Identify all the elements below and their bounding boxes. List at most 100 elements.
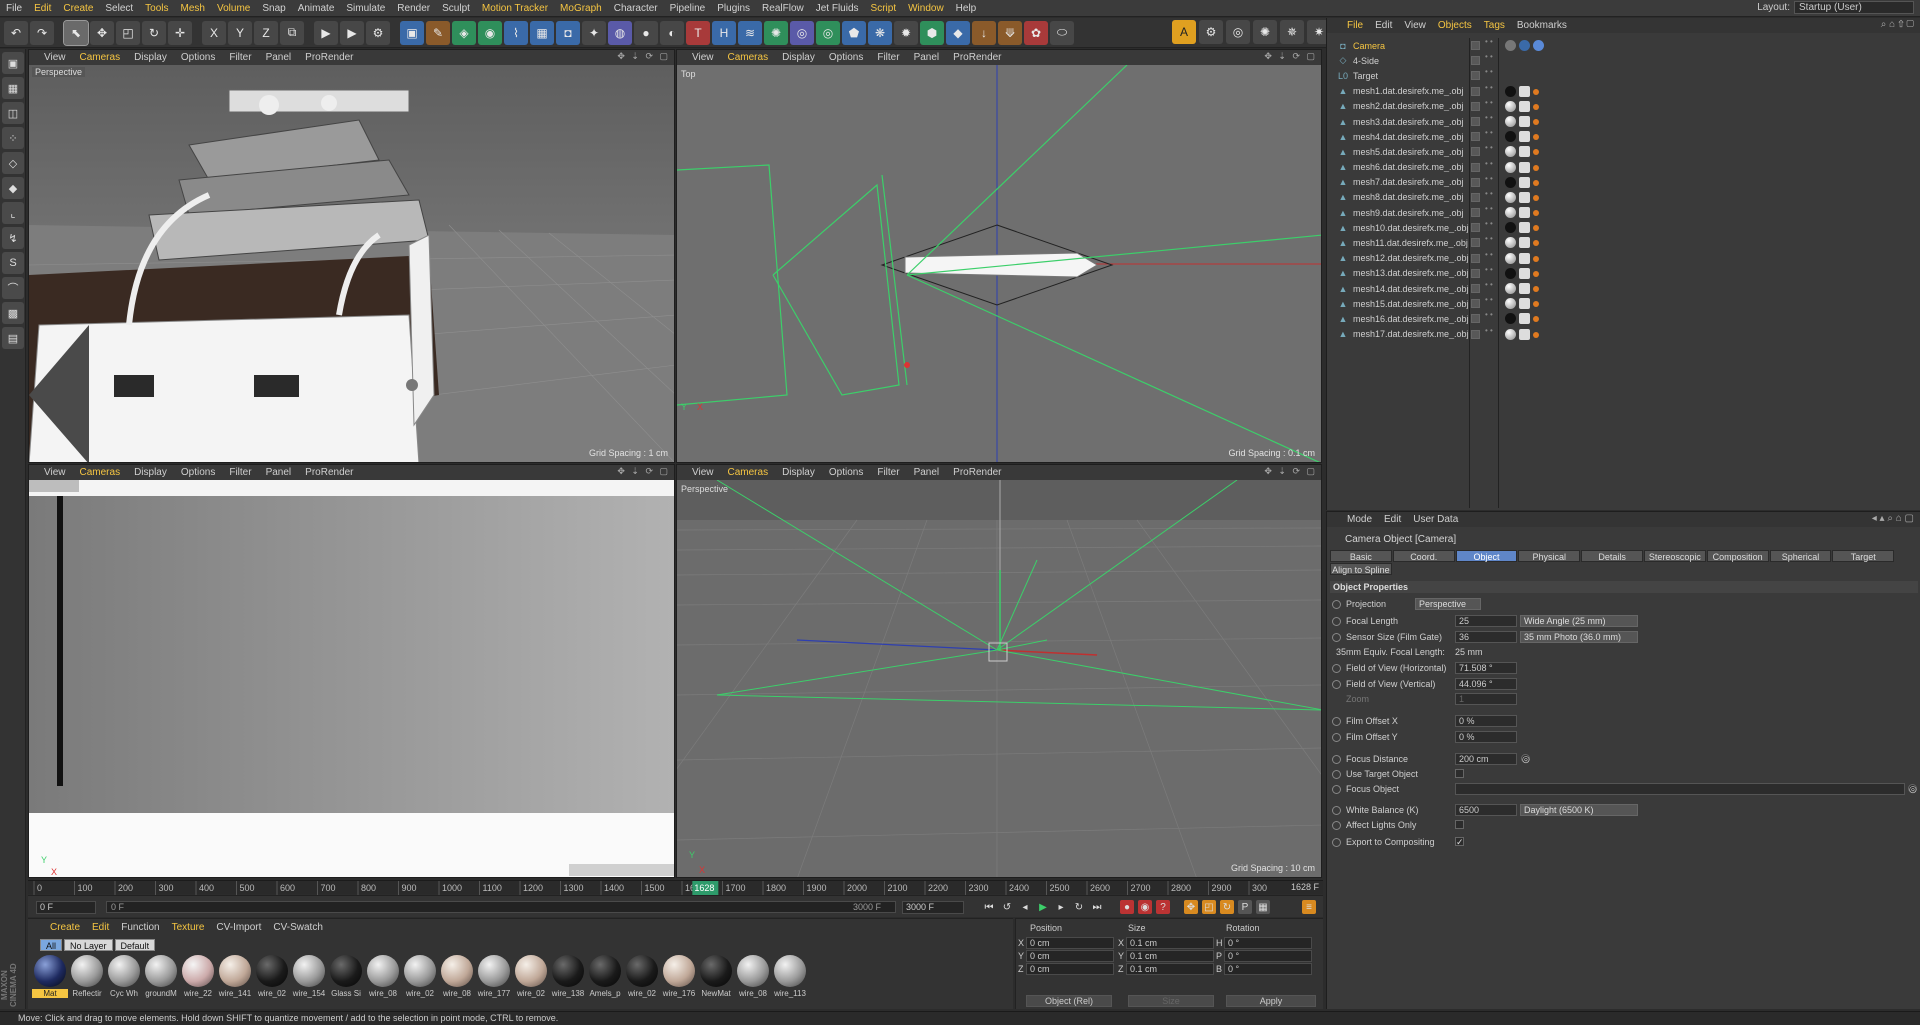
size-z-field[interactable]: 0.1 cm — [1126, 963, 1214, 975]
material-tag-icon[interactable] — [1505, 222, 1516, 234]
object-row[interactable]: ▲ mesh13.dat.desirefx.me_.obj • • — [1327, 265, 1920, 281]
visibility-toggle[interactable] — [1471, 132, 1480, 142]
animate-radio-icon[interactable] — [1332, 733, 1341, 742]
material-tag-icon[interactable] — [1505, 176, 1516, 188]
viewport-menu-view[interactable]: View — [37, 52, 73, 63]
editor-render-dots[interactable]: • • — [1485, 205, 1493, 213]
material-tag-icon[interactable] — [1505, 191, 1516, 203]
focus-distance-field[interactable]: 200 cm — [1455, 753, 1517, 765]
end-frame-field[interactable]: 3000 F — [902, 901, 964, 914]
film-offset-y-field[interactable]: 0 % — [1455, 731, 1517, 743]
animate-radio-icon[interactable] — [1332, 680, 1341, 689]
viewport-nav-icons[interactable]: ✥ ⇣ ⟳ ▢ — [617, 466, 670, 477]
position-z-field[interactable]: 0 cm — [1026, 963, 1114, 975]
position-x-field[interactable]: 0 cm — [1026, 937, 1114, 949]
object-row[interactable]: ▲ mesh17.dat.desirefx.me_.obj • • — [1327, 326, 1920, 342]
menu-motion-tracker[interactable]: Motion Tracker — [476, 3, 554, 14]
menu-script[interactable]: Script — [865, 3, 903, 14]
object-menu-bookmarks[interactable]: Bookmarks — [1511, 20, 1573, 31]
focus-object-link-field[interactable] — [1455, 783, 1905, 795]
tab-object[interactable]: Object — [1455, 550, 1518, 562]
editor-render-dots[interactable]: • • — [1485, 98, 1493, 106]
scale-tool-icon[interactable]: ◰ — [116, 20, 140, 45]
material-swatch[interactable]: wire_08 — [365, 955, 401, 1001]
material-tag-icon[interactable] — [1505, 85, 1516, 97]
viewport-perspective-bottom-right[interactable]: View Cameras Display Options Filter Panel ProR… — [676, 464, 1322, 878]
object-menu-file[interactable]: File — [1341, 20, 1369, 31]
object-row[interactable]: ▲ mesh10.dat.desirefx.me_.obj • • — [1327, 220, 1920, 235]
viewport-top-top-right[interactable]: View Cameras Display Options Filter Panel ProR… — [676, 49, 1322, 463]
viewport-menu-prorender[interactable]: ProRender — [298, 52, 360, 63]
visibility-toggle[interactable] — [1471, 56, 1480, 66]
menu-window[interactable]: Window — [902, 3, 950, 14]
rotation-p-field[interactable]: 0 ° — [1224, 950, 1312, 962]
material-swatch[interactable]: wire_08 — [439, 955, 475, 1001]
viewport-menu-cameras[interactable]: Cameras — [73, 467, 128, 478]
texture-tag-icon[interactable] — [1519, 237, 1530, 249]
vr-360-icon[interactable]: ◎ — [1226, 20, 1250, 44]
size-x-field[interactable]: 0.1 cm — [1126, 937, 1214, 949]
plugin-icon-7[interactable]: ◆ — [946, 20, 970, 45]
visibility-toggle[interactable] — [1471, 101, 1480, 111]
material-swatch[interactable]: wire_02 — [624, 955, 660, 1001]
pen-icon[interactable]: ✎ — [426, 20, 450, 45]
plugin-icon-5[interactable]: ✹ — [894, 20, 918, 45]
menu-file[interactable]: File — [0, 3, 28, 14]
material-menu-cv-import[interactable]: CV-Import — [210, 922, 267, 935]
polygons-mode-icon[interactable]: ◆ — [2, 177, 24, 199]
viewport-menu-cameras[interactable]: Cameras — [721, 52, 776, 63]
object-row[interactable]: ▲ mesh6.dat.desirefx.me_.obj • • — [1327, 159, 1920, 175]
viewport-menu-filter[interactable]: Filter — [870, 52, 906, 63]
visibility-toggle[interactable] — [1471, 238, 1480, 248]
key-rotation-icon[interactable]: ↻ — [1220, 900, 1234, 914]
phong-tag-icon[interactable] — [1533, 134, 1539, 141]
menu-animate[interactable]: Animate — [292, 3, 341, 14]
object-row[interactable]: ▲ mesh14.dat.desirefx.me_.obj • • — [1327, 281, 1920, 296]
plugin-icon-3[interactable]: ⬟ — [842, 20, 866, 45]
size-y-field[interactable]: 0.1 cm — [1126, 950, 1214, 962]
phong-tag-icon[interactable] — [1533, 103, 1539, 110]
z-axis-lock-icon[interactable]: Z — [254, 20, 278, 45]
texture-tag-icon[interactable] — [1519, 131, 1530, 143]
fov-vertical-field[interactable]: 44.096 ° — [1455, 678, 1517, 690]
tab-basic[interactable]: Basic — [1330, 550, 1392, 562]
texture-tag-icon[interactable] — [1519, 298, 1530, 310]
object-row[interactable]: ▲ mesh9.dat.desirefx.me_.obj • • — [1327, 205, 1920, 220]
timeline-menu-icon[interactable]: ≡ — [1302, 900, 1316, 914]
attribute-menu-mode[interactable]: Mode — [1341, 514, 1378, 525]
material-tag-icon[interactable] — [1505, 100, 1516, 112]
menu-tools[interactable]: Tools — [139, 3, 174, 14]
white-balance-field[interactable]: 6500 — [1455, 804, 1517, 816]
phong-tag-icon[interactable] — [1533, 164, 1539, 171]
tab-target[interactable]: Target — [1832, 550, 1895, 562]
next-frame-icon[interactable]: ▸ — [1054, 900, 1068, 914]
plugin-icon-4[interactable]: ❋ — [868, 20, 892, 45]
material-swatch[interactable]: wire_02 — [254, 955, 290, 1001]
visibility-toggle[interactable] — [1471, 116, 1480, 126]
edges-mode-icon[interactable]: ◇ — [2, 152, 24, 174]
light-icon[interactable]: ✦ — [582, 20, 606, 45]
attribute-menu-edit[interactable]: Edit — [1378, 514, 1407, 525]
viewport-menu-options[interactable]: Options — [822, 52, 870, 63]
viewport-nav-icons[interactable]: ✥ ⇣ ⟳ ▢ — [1264, 51, 1317, 62]
texture-tag-icon[interactable] — [1519, 115, 1530, 127]
object-menu-edit[interactable]: Edit — [1369, 20, 1398, 31]
material-tag-icon[interactable] — [1505, 252, 1516, 264]
menu-help[interactable]: Help — [950, 3, 983, 14]
material-swatch[interactable]: wire_22 — [180, 955, 216, 1001]
settings-icon[interactable]: ⚙ — [1199, 20, 1223, 44]
viewport-menu-panel[interactable]: Panel — [259, 52, 299, 63]
animate-radio-icon[interactable] — [1332, 664, 1341, 673]
material-swatch[interactable]: wire_02 — [513, 955, 549, 1001]
texture-tag-icon[interactable] — [1519, 191, 1530, 203]
phong-tag-icon[interactable] — [1533, 210, 1539, 217]
white-balance-preset-dropdown[interactable]: Daylight (6500 K) — [1520, 804, 1638, 816]
animate-radio-icon[interactable] — [1332, 785, 1341, 794]
viewport-menu-options[interactable]: Options — [174, 467, 222, 478]
material-swatch[interactable]: wire_141 — [217, 955, 253, 1001]
editor-render-dots[interactable]: • • — [1485, 311, 1493, 319]
viewport-menu-filter[interactable]: Filter — [222, 52, 258, 63]
timeline-ruler[interactable]: 0 100 200 300 400 500 600 700 800 900 1000 1100 1200… — [28, 880, 1323, 895]
viewport-menu-prorender[interactable]: ProRender — [946, 52, 1008, 63]
animate-radio-icon[interactable] — [1332, 717, 1341, 726]
